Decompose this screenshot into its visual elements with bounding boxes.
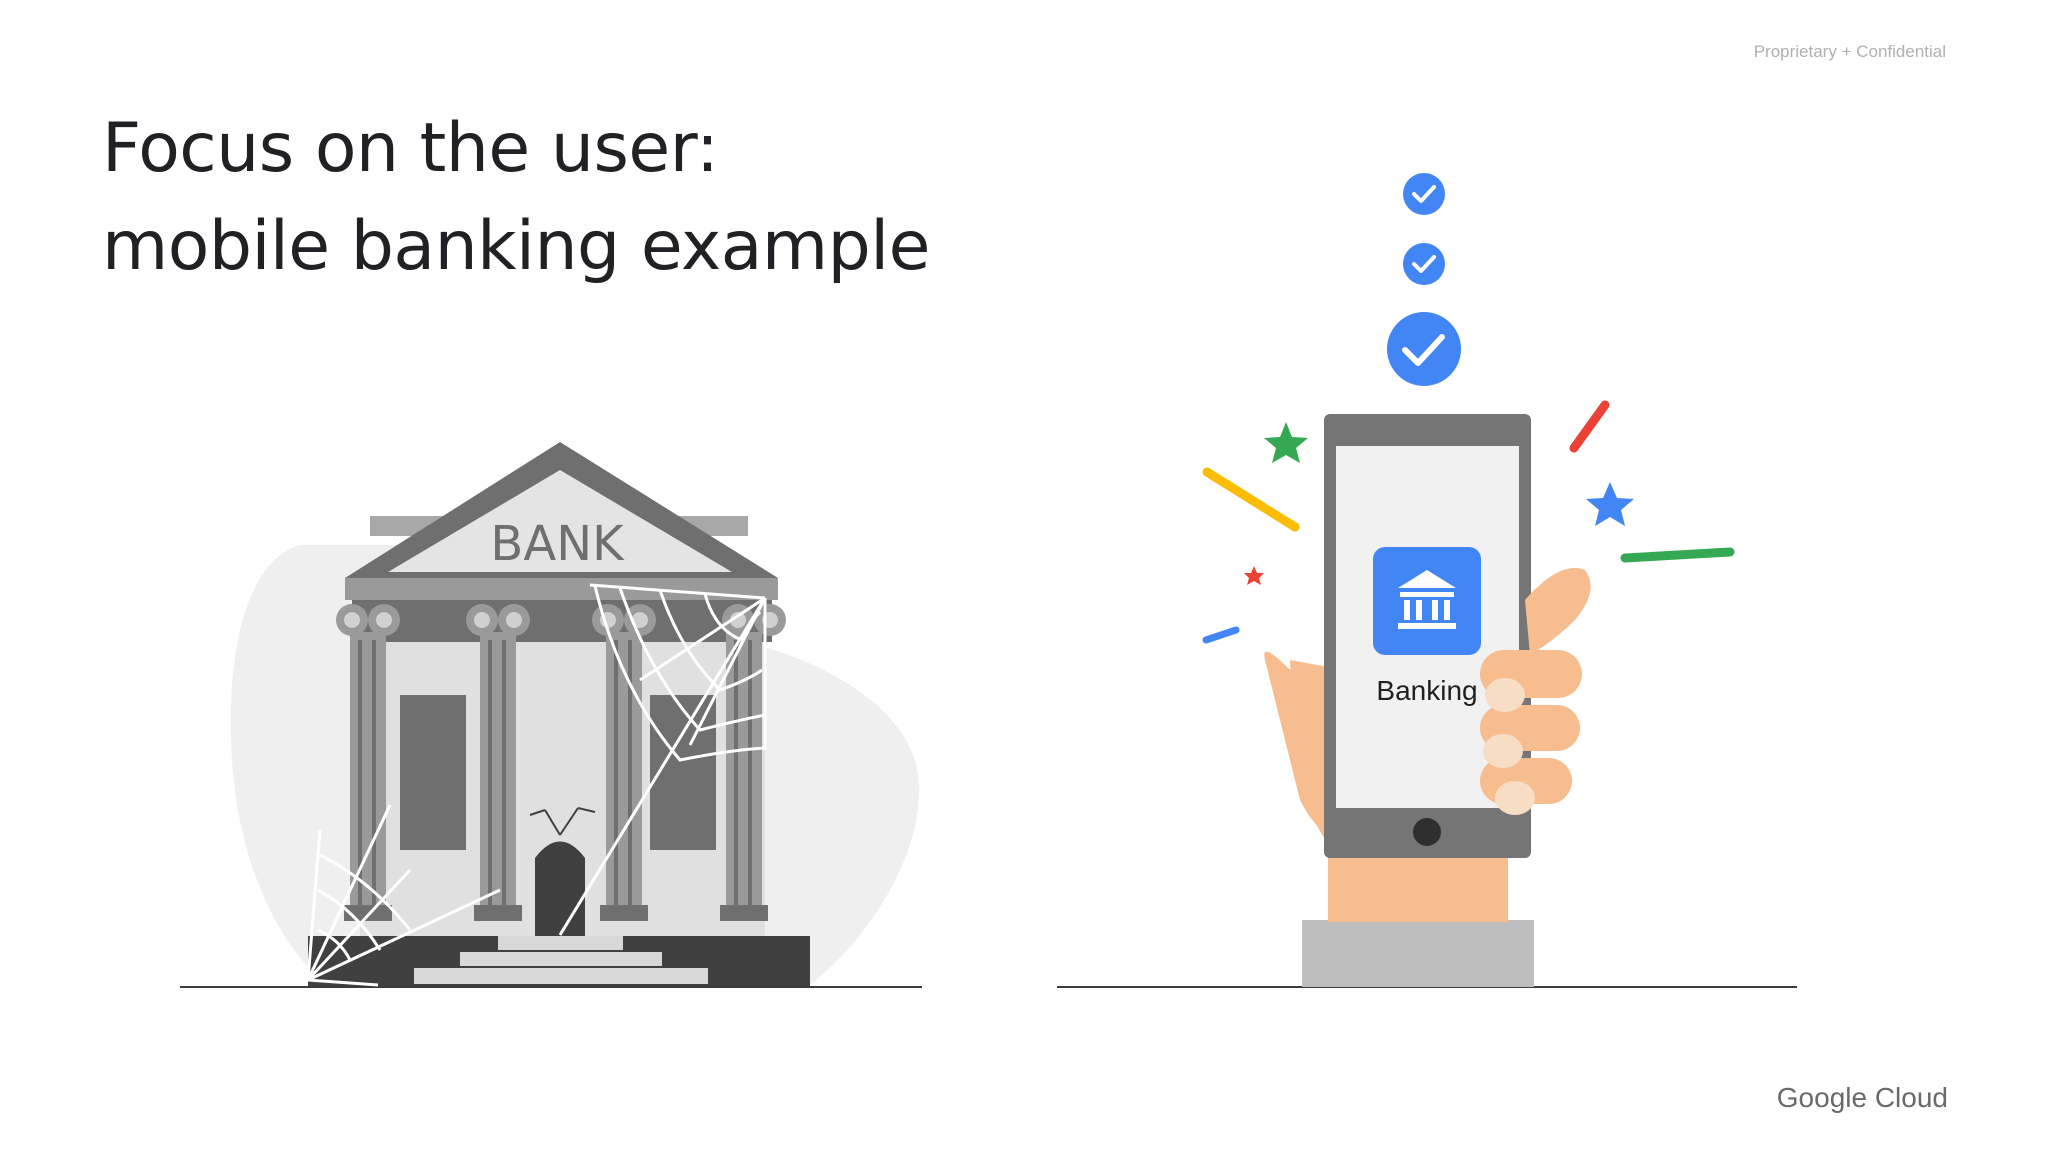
check-icon-small-2	[1403, 243, 1445, 285]
phone-illustration: Banking	[1057, 173, 1797, 988]
green-star-icon	[1264, 422, 1308, 463]
green-streak	[1620, 547, 1735, 563]
red-streak	[1569, 400, 1610, 453]
check-icon-small-1	[1403, 173, 1445, 215]
sleeve	[1302, 920, 1534, 987]
fingers	[1480, 650, 1582, 804]
home-button	[1413, 818, 1441, 846]
red-star-icon	[1244, 566, 1264, 585]
index-finger	[1525, 568, 1591, 655]
app-label: Banking	[1376, 675, 1477, 706]
google-cloud-logo: Google Cloud	[1776, 1082, 1948, 1113]
yellow-streak	[1202, 467, 1300, 532]
blue-star-icon	[1586, 482, 1634, 526]
blue-streak	[1202, 626, 1240, 644]
check-icon-large	[1387, 312, 1461, 386]
bank-building-icon	[1373, 547, 1481, 655]
